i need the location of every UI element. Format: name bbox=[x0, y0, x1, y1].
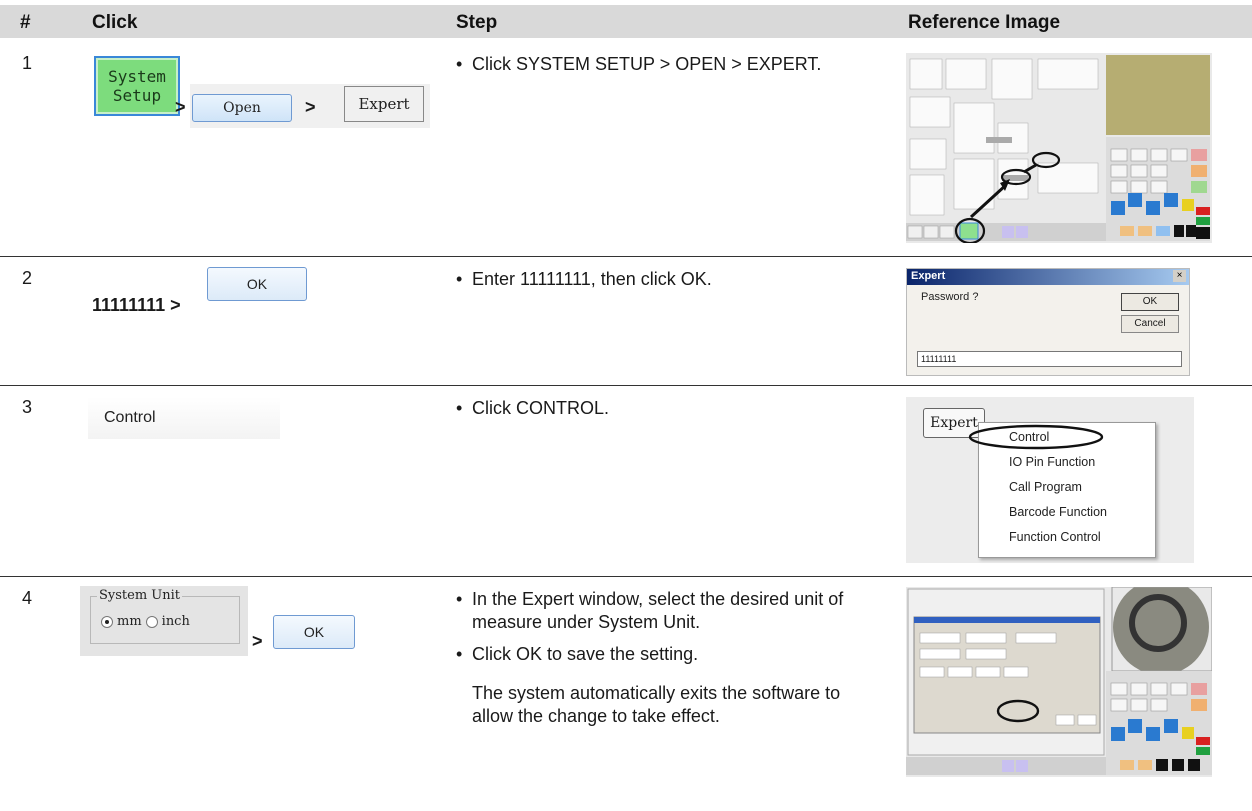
password-dialog: Expert × Password ? OK Cancel 11111111 bbox=[906, 268, 1190, 376]
mm-label: mm bbox=[117, 614, 142, 629]
step-text: Click SYSTEM SETUP > OPEN > EXPERT. bbox=[456, 53, 886, 85]
row-number: 3 bbox=[22, 397, 33, 417]
step-bullet: Click SYSTEM SETUP > OPEN > EXPERT. bbox=[456, 53, 886, 76]
dialog-cancel-button[interactable]: Cancel bbox=[1121, 315, 1179, 333]
system-setup-button[interactable]: System Setup bbox=[94, 56, 180, 116]
step-note: The system automatically exits the softw… bbox=[472, 683, 841, 726]
highlight-ellipse bbox=[968, 424, 1104, 450]
system-unit-group: System Unit mm inch bbox=[80, 586, 248, 656]
expert-menu-screenshot: Expert Control IO Pin Function Call Prog… bbox=[906, 397, 1194, 563]
dialog-title: Expert bbox=[911, 270, 946, 282]
control-label: Control bbox=[104, 409, 156, 426]
close-icon[interactable]: × bbox=[1173, 270, 1186, 282]
header-reference-image: Reference Image bbox=[908, 12, 1061, 33]
password-value: 11111111 > bbox=[92, 295, 181, 315]
step-text: Enter 11111111, then click OK. bbox=[456, 268, 886, 300]
row-divider bbox=[0, 576, 1252, 577]
password-input[interactable]: 11111111 bbox=[917, 351, 1182, 367]
separator: > bbox=[305, 97, 316, 117]
ok-button[interactable]: OK bbox=[207, 267, 307, 301]
expert-button[interactable]: Expert bbox=[344, 86, 424, 122]
step-bullet: In the Expert window, select the desired… bbox=[456, 588, 886, 634]
row-number: 4 bbox=[22, 588, 33, 608]
open-button[interactable]: Open bbox=[192, 94, 292, 122]
step-bullet: Click CONTROL. bbox=[456, 397, 886, 420]
header-number: # bbox=[20, 12, 31, 33]
ok-button[interactable]: OK bbox=[273, 615, 355, 649]
header-click: Click bbox=[92, 12, 138, 33]
row-number: 2 bbox=[22, 268, 33, 288]
separator: > bbox=[252, 631, 263, 651]
separator: > bbox=[175, 97, 186, 117]
software-screenshot-image bbox=[906, 53, 1212, 243]
inch-label: inch bbox=[161, 614, 190, 629]
table-header: # Click Step Reference Image bbox=[0, 5, 1252, 38]
header-step: Step bbox=[456, 12, 498, 33]
system-unit-legend: System Unit bbox=[97, 588, 183, 603]
dialog-ok-button[interactable]: OK bbox=[1121, 293, 1179, 311]
dialog-titlebar: Expert × bbox=[907, 269, 1189, 285]
expert-window-screenshot bbox=[906, 587, 1212, 777]
step-bullet: Click OK to save the setting. bbox=[456, 643, 886, 666]
control-menu-item[interactable]: Control bbox=[88, 397, 280, 439]
inch-radio[interactable] bbox=[145, 615, 158, 628]
step-text: Click CONTROL. bbox=[456, 397, 886, 429]
row-divider bbox=[0, 385, 1252, 386]
mm-radio[interactable] bbox=[101, 615, 113, 628]
step-bullet: Enter 11111111, then click OK. bbox=[456, 268, 886, 291]
row-number: 1 bbox=[22, 53, 33, 73]
row-divider bbox=[0, 256, 1252, 257]
password-prompt: Password ? bbox=[921, 291, 979, 303]
step-text: In the Expert window, select the desired… bbox=[456, 588, 886, 728]
unit-radio-group: mm inch bbox=[101, 614, 190, 629]
